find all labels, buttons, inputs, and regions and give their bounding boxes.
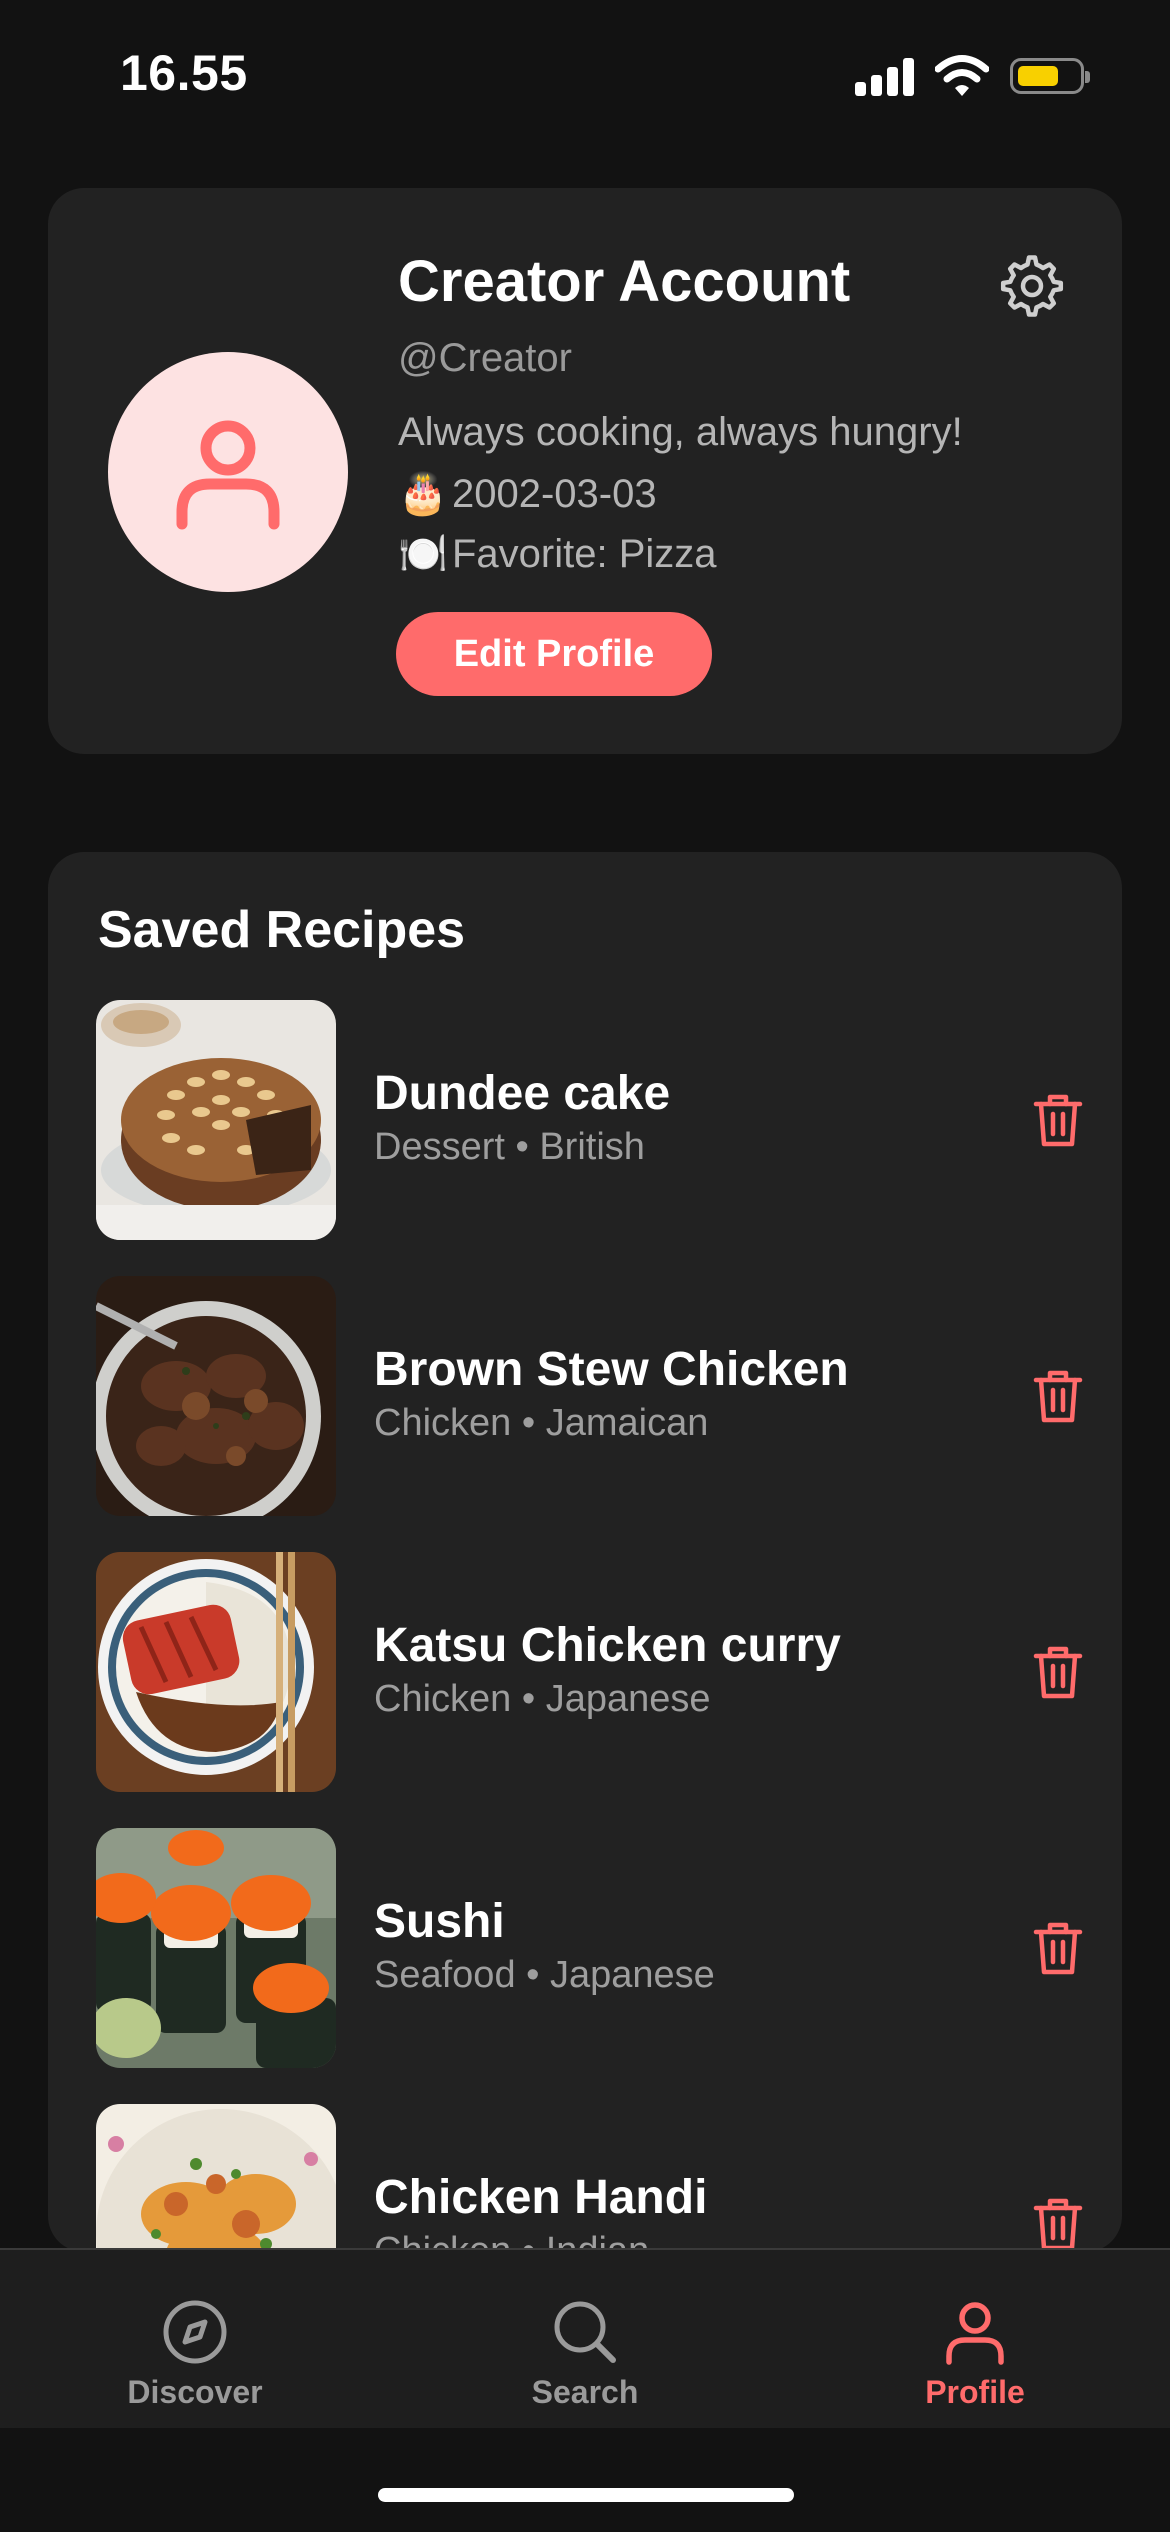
cake-icon: 🎂: [398, 472, 448, 516]
trash-icon[interactable]: [1026, 1364, 1090, 1428]
recipe-title: Katsu Chicken curry: [374, 1619, 841, 1672]
tab-profile[interactable]: Profile: [780, 2250, 1170, 2428]
search-icon: [554, 2301, 616, 2363]
profile-name: Creator Account: [398, 249, 851, 314]
battery-icon: [1010, 58, 1090, 94]
recipe-item[interactable]: Chicken Handi Chicken • Indian: [96, 2104, 1096, 2252]
recipe-item[interactable]: Katsu Chicken curry Chicken • Japanese: [96, 1552, 1096, 1792]
recipe-meta: Seafood • Japanese: [374, 1954, 715, 1996]
compass-icon: [163, 2300, 227, 2364]
profile-birthday: 🎂 2002-03-03: [398, 470, 657, 517]
tab-search[interactable]: Search: [390, 2250, 780, 2428]
tab-label: Discover: [127, 2374, 263, 2410]
recipe-meta: Chicken • Jamaican: [374, 1402, 709, 1444]
saved-recipes-card: Saved Recipes Dundee cake Dessert • Brit…: [48, 852, 1122, 2252]
recipe-thumbnail: [96, 1828, 336, 2068]
profile-bio: Always cooking, always hungry!: [398, 410, 963, 454]
saved-recipes-title: Saved Recipes: [98, 901, 466, 959]
birthday-text: 2002-03-03: [452, 472, 657, 516]
edit-profile-button[interactable]: Edit Profile: [396, 612, 712, 696]
recipe-thumbnail: [96, 1000, 336, 1240]
avatar[interactable]: [108, 352, 348, 592]
wifi-icon: [935, 55, 989, 96]
recipe-thumbnail: [96, 1552, 336, 1792]
user-icon: [946, 2302, 1004, 2365]
user-icon: [176, 420, 280, 530]
status-time: 16.55: [120, 45, 248, 101]
recipe-item[interactable]: Dundee cake Dessert • British: [96, 1000, 1096, 1240]
profile-handle: @Creator: [398, 336, 572, 380]
profile-favorite: 🍽️ Favorite: Pizza: [398, 530, 717, 577]
gear-icon[interactable]: [998, 252, 1066, 320]
home-indicator[interactable]: [378, 2488, 794, 2502]
recipe-thumbnail: [96, 2104, 336, 2252]
recipe-meta: Chicken • Japanese: [374, 1678, 711, 1720]
cellular-signal-icon: [855, 58, 915, 96]
recipe-item[interactable]: Sushi Seafood • Japanese: [96, 1828, 1096, 2068]
tab-label: Search: [531, 2374, 639, 2410]
status-bar: 16.55: [0, 0, 1170, 150]
trash-icon[interactable]: [1026, 1640, 1090, 1704]
tab-bar: Discover Search Profile: [0, 2248, 1170, 2428]
favorite-text: Favorite: Pizza: [452, 532, 717, 576]
recipe-meta: Dessert • British: [374, 1126, 645, 1168]
tab-label: Profile: [925, 2374, 1025, 2410]
profile-card: Creator Account @Creator Always cooking,…: [48, 188, 1122, 754]
profile-screen: 16.55 Creator Account @Creator Always co…: [0, 0, 1170, 2532]
trash-icon[interactable]: [1026, 1088, 1090, 1152]
trash-icon[interactable]: [1026, 1916, 1090, 1980]
recipe-title: Brown Stew Chicken: [374, 1343, 849, 1396]
trash-icon[interactable]: [1026, 2192, 1090, 2252]
recipe-item[interactable]: Brown Stew Chicken Chicken • Jamaican: [96, 1276, 1096, 1516]
plate-icon: 🍽️: [398, 532, 448, 576]
tab-discover[interactable]: Discover: [0, 2250, 390, 2428]
recipe-thumbnail: [96, 1276, 336, 1516]
recipe-title: Sushi: [374, 1895, 505, 1948]
recipe-title: Dundee cake: [374, 1067, 671, 1120]
recipe-title: Chicken Handi: [374, 2171, 708, 2224]
